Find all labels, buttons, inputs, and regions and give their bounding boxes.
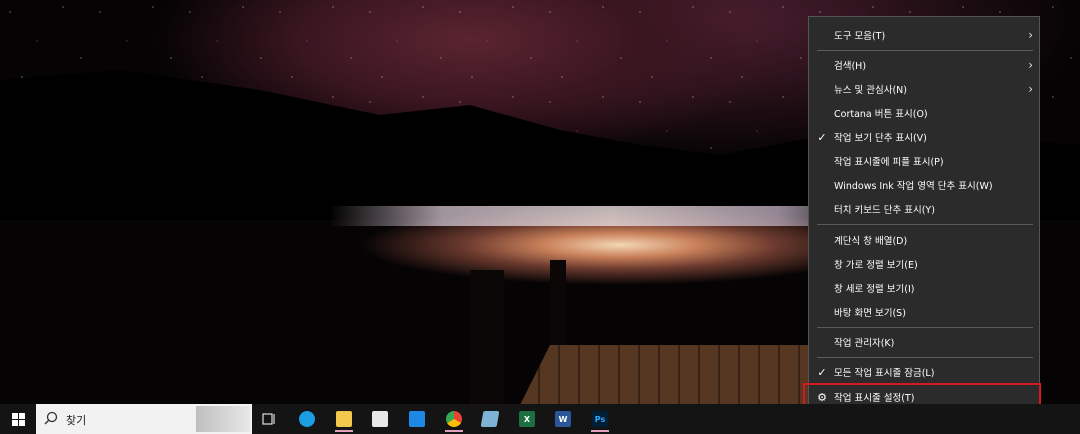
menu-item-label: 창 세로 정렬 보기(I) [834,284,915,295]
menu-item-search[interactable]: 검색(H) › [809,53,1039,77]
start-button[interactable] [0,404,36,434]
menu-item-side-by-side[interactable]: 창 세로 정렬 보기(I) [809,276,1039,300]
taskbar-context-menu: 도구 모음(T) › 검색(H) › 뉴스 및 관심사(N) › Cortana… [808,16,1040,409]
menu-item-label: 작업 표시줄에 피플 표시(P) [834,157,944,168]
menu-item-stacked[interactable]: 창 가로 정렬 보기(E) [809,252,1039,276]
menu-item-task-manager[interactable]: 작업 관리자(K) [809,330,1039,354]
taskbar-app-file-explorer[interactable] [329,406,359,432]
check-icon: ✓ [817,365,827,379]
excel-icon: X [519,411,535,427]
taskbar-app-mail[interactable] [402,406,432,432]
menu-item-label: 작업 관리자(K) [834,338,895,349]
menu-item-people[interactable]: 작업 표시줄에 피플 표시(P) [809,149,1039,173]
menu-item-cascade[interactable]: 계단식 창 배열(D) [809,228,1039,252]
menu-item-label: 모든 작업 표시줄 잠금(L) [834,368,935,379]
menu-item-toolbars[interactable]: 도구 모음(T) › [809,23,1039,47]
check-icon: ✓ [817,130,827,144]
active-indicator [591,430,609,432]
file-explorer-icon [336,411,352,427]
chevron-right-icon: › [1028,28,1033,42]
pier-post [550,260,566,350]
menu-item-label: 작업 보기 단추 표시(V) [834,133,927,144]
menu-item-label: 창 가로 정렬 보기(E) [834,260,918,271]
active-indicator [335,430,353,432]
store-icon [372,411,388,427]
taskbar-app-store[interactable] [365,406,395,432]
menu-item-lock-taskbar[interactable]: ✓ 모든 작업 표시줄 잠금(L) [809,360,1039,384]
menu-item-windows-ink[interactable]: Windows Ink 작업 영역 단추 표시(W) [809,173,1039,197]
windows-logo-icon [11,412,25,426]
menu-item-task-view[interactable]: ✓ 작업 보기 단추 표시(V) [809,125,1039,149]
task-view-icon [262,413,275,425]
taskbar-app-edge[interactable] [292,406,322,432]
lake-horizon [330,206,890,226]
menu-separator [817,357,1033,358]
search-highlight-image [196,406,250,432]
pier-post [470,270,504,404]
task-view-button[interactable] [254,406,284,432]
taskbar-app-notes[interactable] [475,406,505,432]
chevron-right-icon: › [1028,82,1033,96]
chrome-icon [446,411,462,427]
menu-item-label: 뉴스 및 관심사(N) [834,85,907,96]
word-icon: W [555,411,571,427]
menu-item-label: 검색(H) [834,61,867,72]
chevron-right-icon: › [1028,58,1033,72]
photoshop-icon: Ps [592,411,608,427]
menu-item-label: Windows Ink 작업 영역 단추 표시(W) [834,181,993,192]
menu-item-label: 계단식 창 배열(D) [834,236,908,247]
menu-item-cortana[interactable]: Cortana 버튼 표시(O) [809,101,1039,125]
menu-item-label: Cortana 버튼 표시(O) [834,109,928,120]
taskbar-app-chrome[interactable] [439,406,469,432]
active-indicator [445,430,463,432]
menu-item-touch-keyboard[interactable]: 터치 키보드 단추 표시(Y) [809,197,1039,221]
menu-item-label: 터치 키보드 단추 표시(Y) [834,205,935,216]
taskbar-app-excel[interactable]: X [512,406,542,432]
menu-item-news-interests[interactable]: 뉴스 및 관심사(N) › [809,77,1039,101]
search-placeholder: 찾기 [66,414,87,427]
menu-separator [817,224,1033,225]
menu-item-show-desktop[interactable]: 바탕 화면 보기(S) [809,300,1039,324]
search-icon [44,411,58,425]
menu-separator [817,327,1033,328]
menu-item-label: 도구 모음(T) [834,31,886,42]
menu-separator [817,50,1033,51]
mail-icon [409,411,425,427]
notes-icon [480,411,500,427]
wooden-pier [520,345,820,404]
taskbar-app-word[interactable]: W [548,406,578,432]
taskbar: 찾기 X W Ps [0,404,1080,434]
edge-icon [299,411,315,427]
taskbar-app-photoshop[interactable]: Ps [585,406,615,432]
menu-item-label: 바탕 화면 보기(S) [834,308,906,319]
